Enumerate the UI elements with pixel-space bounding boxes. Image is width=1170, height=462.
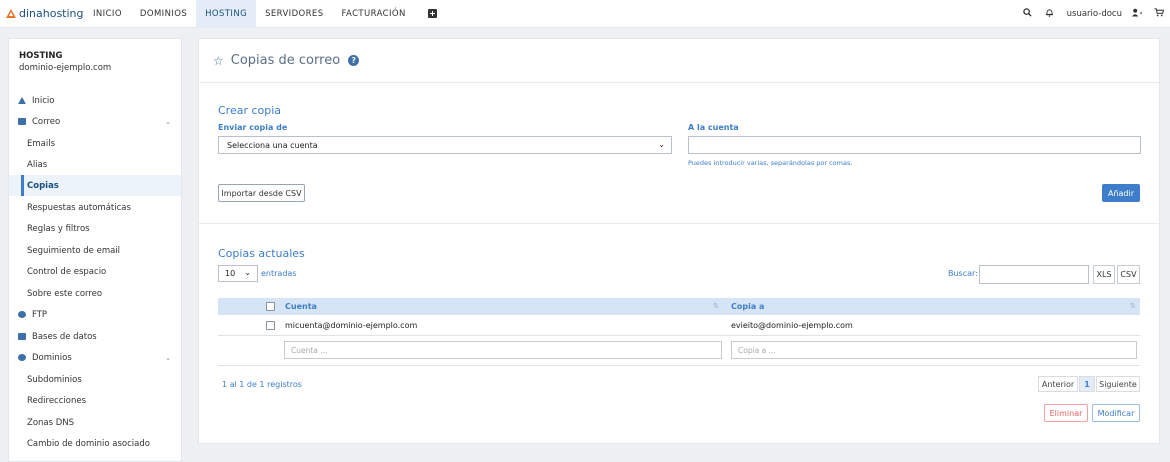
page-size-select[interactable]: 10 ⌄ [218, 265, 258, 282]
cart-icon[interactable] [1148, 8, 1170, 20]
sidebar-item-bases-datos[interactable]: Bases de datos [9, 326, 181, 347]
search-input[interactable] [979, 265, 1089, 284]
pagination-next-button[interactable]: Siguiente [1096, 376, 1140, 392]
create-copy-title: Crear copia [218, 104, 282, 117]
sidebar-item-correo[interactable]: Correo ⌄ [9, 111, 181, 132]
nav-dominios[interactable]: DOMINIOS [131, 0, 196, 28]
sidebar-item-alias[interactable]: Alias [9, 154, 181, 175]
nav-facturacion[interactable]: FACTURACIÓN [333, 0, 415, 28]
delete-button[interactable]: Eliminar [1044, 404, 1088, 422]
sidebar-item-label: Bases de datos [32, 331, 97, 342]
add-button[interactable]: Añadir [1102, 184, 1140, 202]
envelope-icon [18, 118, 26, 125]
star-icon[interactable]: ☆ [213, 54, 224, 68]
account-select[interactable]: Selecciona una cuenta ⌄ [218, 136, 672, 154]
user-menu-label[interactable]: usuario-docu [1067, 9, 1122, 19]
sidebar-item-label: Dominios [32, 352, 72, 363]
main-nav: INICIO DOMINIOS HOSTING SERVIDORES FACTU… [84, 0, 446, 28]
chevron-down-icon: ⌄ [244, 268, 251, 277]
table-header [218, 298, 1140, 315]
chevron-down-icon: ⌄ [165, 353, 171, 362]
sidebar-item-inicio[interactable]: Inicio [9, 90, 181, 111]
main-panel: ☆ Copias de correo ? Crear copia Enviar … [198, 38, 1160, 444]
export-xls-button[interactable]: XLS [1093, 265, 1115, 284]
filter-cuenta-input[interactable]: Cuenta ... [284, 341, 722, 359]
filter-copia-input[interactable]: Copia a ... [731, 341, 1137, 359]
to-account-hint: Puedes introducir varias, separándolas p… [688, 159, 853, 167]
entries-label: entradas [261, 269, 297, 278]
sidebar-item-redirecciones[interactable]: Redirecciones [9, 390, 181, 411]
sidebar-item-sobre-correo[interactable]: Sobre este correo [9, 283, 181, 304]
search-label: Buscar: [948, 269, 978, 278]
bell-icon[interactable] [1039, 8, 1061, 20]
sidebar-item-cambio-dominio[interactable]: Cambio de dominio asociado [9, 433, 181, 454]
page-header: ☆ Copias de correo ? [199, 39, 1159, 83]
nav-servidores[interactable]: SERVIDORES [256, 0, 332, 28]
help-icon[interactable]: ? [348, 55, 360, 66]
user-icon[interactable] [1126, 8, 1148, 20]
export-csv-button[interactable]: CSV [1117, 265, 1140, 284]
pagination-prev-button[interactable]: Anterior [1038, 376, 1078, 392]
select-all-checkbox[interactable] [266, 302, 275, 311]
sidebar-header: HOSTING dominio-ejemplo.com [9, 39, 181, 87]
sidebar-item-emails[interactable]: Emails [9, 133, 181, 154]
pagination-page-1[interactable]: 1 [1079, 376, 1095, 392]
column-header-copia-a[interactable]: Copia a [731, 302, 764, 311]
logo-text: dinahosting [19, 7, 84, 20]
modify-button[interactable]: Modificar [1092, 404, 1140, 422]
database-icon [18, 333, 26, 340]
sidebar-item-label: Inicio [32, 95, 55, 106]
chevron-down-icon: ⌄ [658, 140, 665, 149]
page-size-value: 10 [225, 269, 236, 278]
globe-icon [18, 354, 26, 361]
sort-icon[interactable]: ⇅ [1130, 302, 1136, 310]
sidebar-item-label: Correo [32, 116, 61, 127]
to-account-label: A la cuenta [688, 123, 739, 132]
logo-triangle-icon [6, 9, 16, 18]
home-icon [18, 97, 26, 104]
section-divider [199, 223, 1159, 224]
cell-cuenta: micuenta@dominio-ejemplo.com [285, 321, 418, 330]
sidebar-item-subdominios[interactable]: Subdominios [9, 369, 181, 390]
column-header-cuenta[interactable]: Cuenta [285, 302, 317, 311]
nav-hosting[interactable]: HOSTING [196, 0, 257, 28]
send-copy-label: Enviar copia de [218, 123, 288, 132]
sidebar-item-seguimiento-email[interactable]: Seguimiento de email [9, 240, 181, 261]
sort-icon[interactable]: ⇅ [713, 302, 719, 310]
search-icon[interactable] [1017, 8, 1039, 20]
nav-inicio[interactable]: INICIO [84, 0, 131, 28]
row-divider [218, 365, 1140, 366]
sidebar-domain: dominio-ejemplo.com [19, 63, 112, 73]
nav-more[interactable] [415, 0, 446, 28]
chevron-down-icon: ⌄ [165, 117, 171, 126]
account-select-value: Selecciona una cuenta [227, 140, 318, 150]
sidebar-item-respuestas-automaticas[interactable]: Respuestas automáticas [9, 197, 181, 218]
import-csv-button[interactable]: Importar desde CSV [218, 184, 305, 202]
topbar-right: usuario-docu [1017, 0, 1170, 28]
cell-copia-a: evieito@dominio-ejemplo.com [731, 321, 853, 330]
sidebar-item-copias[interactable]: Copias [9, 175, 181, 196]
page-title: Copias de correo [230, 53, 341, 68]
sidebar-item-label: FTP [32, 309, 48, 320]
sidebar-item-dominios[interactable]: Dominios ⌄ [9, 347, 181, 368]
row-checkbox[interactable] [266, 321, 275, 330]
top-navigation-bar: dinahosting INICIO DOMINIOS HOSTING SERV… [0, 0, 1170, 28]
row-divider [218, 335, 1140, 336]
sidebar-item-ftp[interactable]: FTP [9, 304, 181, 325]
to-account-input[interactable] [688, 136, 1141, 154]
sidebar-title: HOSTING [19, 51, 63, 61]
table-info: 1 al 1 de 1 registros [222, 380, 302, 389]
sidebar: HOSTING dominio-ejemplo.com Inicio Corre… [8, 38, 182, 462]
cloud-upload-icon [18, 311, 26, 318]
sidebar-item-control-espacio[interactable]: Control de espacio [9, 261, 181, 282]
current-copies-title: Copias actuales [218, 247, 305, 260]
sidebar-item-reglas-filtros[interactable]: Reglas y filtros [9, 218, 181, 239]
sidebar-item-zonas-dns[interactable]: Zonas DNS [9, 412, 181, 433]
plus-square-icon [427, 9, 437, 18]
dinahosting-logo[interactable]: dinahosting [0, 0, 84, 28]
